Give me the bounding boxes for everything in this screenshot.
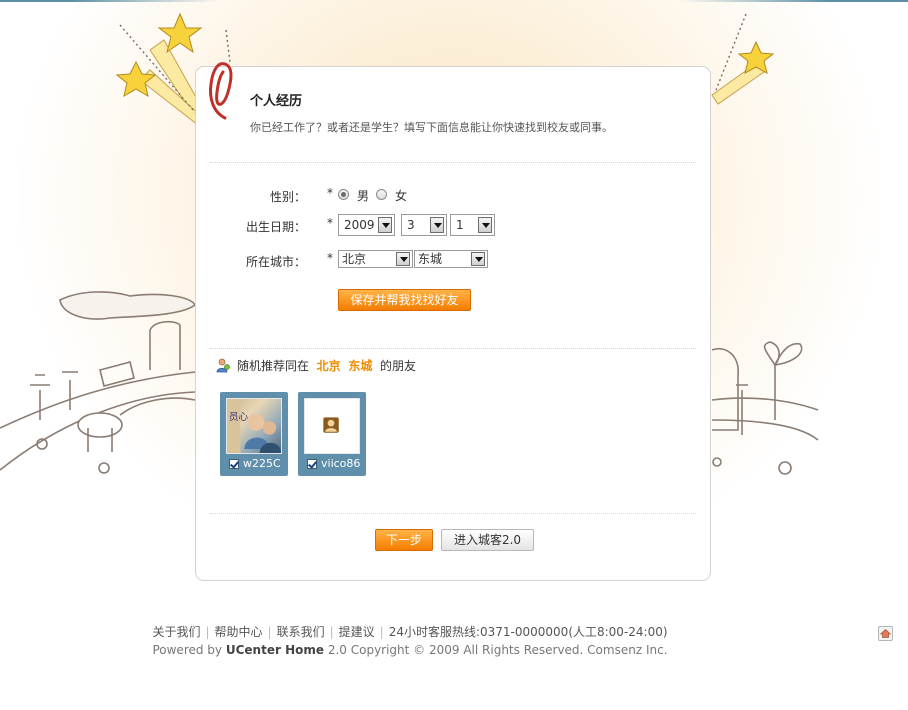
avatar-photo: 员心: [227, 399, 281, 453]
profile-card: 个人经历 你已经工作了？或者还是学生？填写下面信息能让你快速找到校友或同事。 性…: [195, 66, 711, 581]
friend-card[interactable]: 员心 w225C: [220, 392, 288, 476]
back-to-top-button[interactable]: [878, 626, 893, 641]
birth-day-value: 1: [456, 218, 464, 232]
recommend-suffix: 的朋友: [379, 359, 416, 373]
gender-female-radio[interactable]: [376, 189, 387, 200]
province-select[interactable]: 北京: [338, 250, 413, 268]
required-mark: *: [327, 186, 333, 200]
footer-link-suggest[interactable]: 提建议: [339, 625, 375, 639]
powered-suffix: 2.0 Copyright © 2009 All Rights Reserved…: [327, 643, 668, 657]
footer-link-contact[interactable]: 联系我们: [277, 625, 325, 639]
next-step-button[interactable]: 下一步: [375, 529, 433, 551]
chevron-down-icon: [378, 217, 392, 233]
chevron-down-icon: [396, 252, 410, 266]
default-avatar-icon: [323, 417, 339, 433]
friend-checkbox[interactable]: [229, 459, 239, 469]
city-label: 所在城市：: [245, 255, 306, 269]
birth-month-select[interactable]: 3: [401, 214, 447, 236]
users-icon: [216, 358, 230, 373]
recommend-prefix: 随机推荐同在: [237, 359, 310, 373]
page-description: 你已经工作了？或者还是学生？填写下面信息能让你快速找到校友或同事。: [250, 121, 613, 134]
gender-female-label[interactable]: 女: [395, 187, 407, 204]
province-value: 北京: [342, 252, 367, 266]
shooting-star-right: [711, 40, 775, 105]
divider: [210, 513, 696, 514]
gender-male-label[interactable]: 男: [357, 187, 369, 204]
gender-male-radio[interactable]: [338, 189, 349, 200]
district-value: 东城: [418, 252, 443, 266]
friend-name[interactable]: viico86: [321, 457, 363, 470]
birth-month-value: 3: [407, 218, 415, 232]
divider: [210, 348, 696, 349]
required-mark: *: [327, 251, 333, 265]
avatar-text: 员心: [229, 412, 249, 423]
required-mark: *: [327, 216, 333, 230]
recommend-province: 北京: [316, 359, 341, 373]
friend-card[interactable]: viico86: [298, 392, 366, 476]
chevron-down-icon: [478, 217, 492, 233]
footer-hotline: 24小时客服热线:0371-0000000(人工8:00-24:00): [388, 625, 668, 639]
birth-year-select[interactable]: 2009: [338, 214, 395, 236]
page-title: 个人经历: [250, 94, 303, 109]
recommend-district: 东城: [348, 359, 373, 373]
divider: [210, 162, 696, 163]
friend-avatar[interactable]: [304, 398, 360, 454]
enter-site-button[interactable]: 进入城客2.0: [441, 529, 534, 551]
birth-year-value: 2009: [344, 218, 375, 232]
footer-link-about[interactable]: 关于我们: [152, 625, 200, 639]
friend-name[interactable]: w225C: [243, 457, 285, 470]
save-find-friends-button[interactable]: 保存并帮我找找好友: [338, 289, 471, 311]
chevron-down-icon: [471, 252, 485, 266]
powered-brand[interactable]: UCenter Home: [226, 643, 324, 657]
chevron-down-icon: [430, 217, 444, 233]
district-select[interactable]: 东城: [414, 250, 488, 268]
footer-links: 关于我们 | 帮助中心 | 联系我们 | 提建议 | 24小时客服热线:0371-0000000…: [152, 625, 668, 639]
gender-label: 性别：: [269, 190, 306, 204]
powered-prefix: Powered by: [152, 643, 223, 657]
footer-copyright: Powered by UCenter Home 2.0 Copyright © …: [0, 643, 820, 657]
paperclip-icon: [209, 62, 233, 120]
birthday-label: 出生日期：: [245, 220, 306, 234]
recommend-heading: 随机推荐同在 北京 东城 的朋友: [237, 357, 416, 374]
home-up-icon: [879, 629, 892, 638]
footer-link-help[interactable]: 帮助中心: [215, 625, 263, 639]
birth-day-select[interactable]: 1: [450, 214, 495, 236]
friend-checkbox[interactable]: [307, 459, 317, 469]
friend-avatar[interactable]: 员心: [226, 398, 282, 454]
